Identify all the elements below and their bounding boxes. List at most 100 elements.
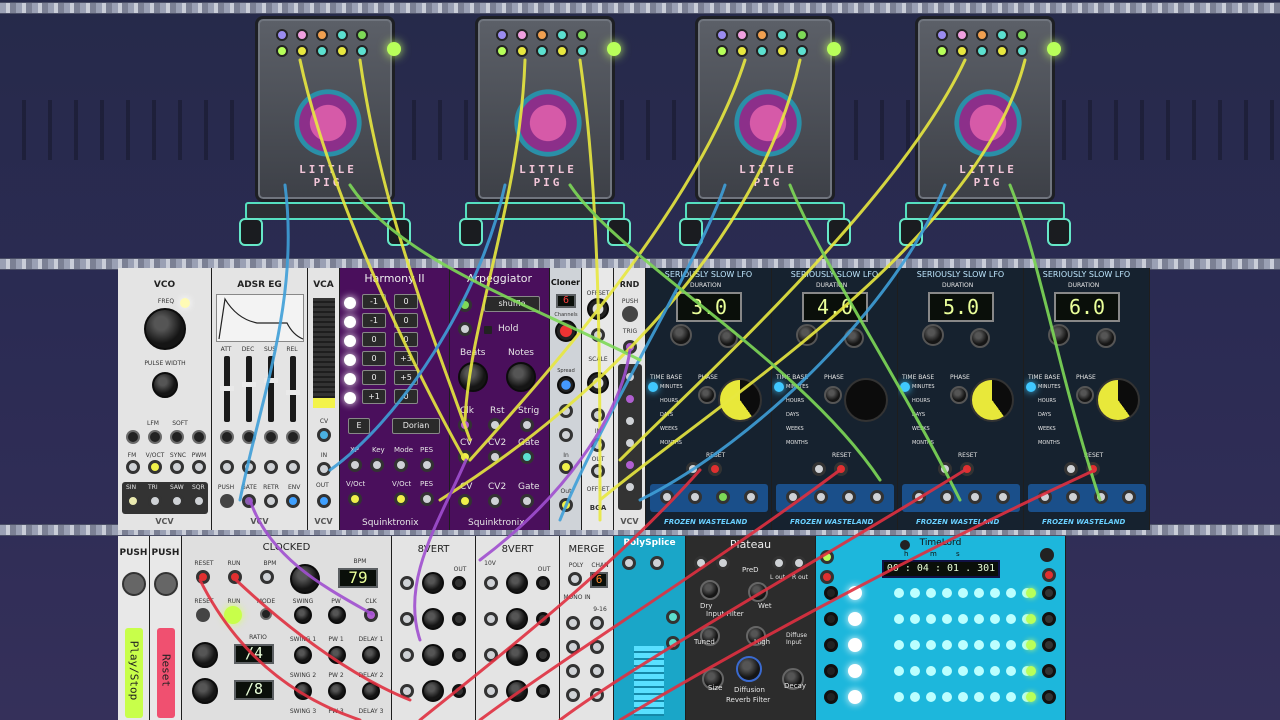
lfo-uni-jack[interactable]: [1064, 462, 1078, 476]
pig-jack[interactable]: [976, 29, 988, 41]
plateau-out-r-jack[interactable]: [792, 556, 806, 570]
pig-jack[interactable]: [756, 45, 768, 57]
clk-mode-switch[interactable]: [260, 608, 272, 620]
timelord-step[interactable]: [894, 614, 904, 624]
harmony-octave-select[interactable]: -1: [362, 294, 386, 309]
timelord-row-in-jack[interactable]: [824, 586, 838, 600]
timelord-step[interactable]: [974, 640, 984, 650]
time-base-option[interactable]: DAYS: [660, 412, 673, 418]
pw2-knob[interactable]: [328, 682, 346, 700]
retr-jack[interactable]: [264, 494, 278, 508]
push-button[interactable]: [220, 494, 234, 508]
lfo-sin-jack[interactable]: [912, 490, 926, 504]
lfo-reset-jack[interactable]: [1086, 462, 1100, 476]
pig-jack[interactable]: [496, 29, 508, 41]
time-base-option[interactable]: DAYS: [786, 412, 799, 418]
saw-jack[interactable]: [170, 494, 184, 508]
attack-slider[interactable]: [220, 356, 234, 422]
key-jack[interactable]: [370, 458, 384, 472]
8vert-out-jack[interactable]: [452, 612, 466, 626]
lfo-sqr-jack[interactable]: [1122, 490, 1136, 504]
att-cv-jack[interactable]: [220, 460, 234, 474]
8vert-gain-knob[interactable]: [506, 572, 528, 594]
cv-in-jack[interactable]: [458, 450, 472, 464]
polysplice-in-jack-1[interactable]: [622, 556, 636, 570]
plateau-in-l-jack[interactable]: [694, 556, 708, 570]
8vert-in-jack[interactable]: [400, 576, 414, 590]
pig-jack[interactable]: [336, 45, 348, 57]
timelord-step[interactable]: [942, 640, 952, 650]
lfo-reset-jack[interactable]: [708, 462, 722, 476]
timelord-step[interactable]: [1006, 588, 1016, 598]
lfo-tri-jack[interactable]: [940, 490, 954, 504]
pig-jack[interactable]: [276, 45, 288, 57]
plateau-dry-knob[interactable]: [700, 580, 720, 600]
8vert-gain-knob[interactable]: [422, 644, 444, 666]
timelord-step[interactable]: [942, 666, 952, 676]
timelord-step[interactable]: [926, 588, 936, 598]
timelord-row-out-jack[interactable]: [1042, 638, 1056, 652]
phase-knob[interactable]: [824, 386, 842, 404]
sus-cv-knob[interactable]: [264, 430, 278, 444]
timelord-step[interactable]: [1006, 692, 1016, 702]
timelord-step[interactable]: [990, 692, 1000, 702]
time-base-option[interactable]: WEEKS: [1038, 426, 1056, 432]
timelord-row-in-jack[interactable]: [824, 612, 838, 626]
pig-jack[interactable]: [556, 45, 568, 57]
pig-jack[interactable]: [736, 45, 748, 57]
dec-cv-knob[interactable]: [242, 430, 256, 444]
pig-jack[interactable]: [316, 29, 328, 41]
timelord-row-in-jack[interactable]: [824, 690, 838, 704]
timelord-step[interactable]: [990, 588, 1000, 598]
8vert-out-jack[interactable]: [536, 684, 550, 698]
time-base-option[interactable]: MINUTES: [660, 384, 683, 390]
soft-knob[interactable]: [170, 430, 184, 444]
pig-jack[interactable]: [516, 29, 528, 41]
vca-out-jack[interactable]: [317, 494, 331, 508]
timelord-step[interactable]: [974, 666, 984, 676]
clk-reset-button[interactable]: [196, 608, 210, 622]
rnd-out-jack[interactable]: [623, 392, 637, 406]
timelord-step[interactable]: [894, 692, 904, 702]
duration-fine-knob[interactable]: [970, 328, 990, 348]
plateau-wet-knob[interactable]: [748, 582, 768, 602]
scale-cv-jack[interactable]: [591, 408, 605, 422]
cloner-cv-jack[interactable]: [559, 404, 573, 418]
rnd-push-button[interactable]: [622, 306, 638, 322]
sin-jack[interactable]: [126, 494, 140, 508]
timelord-step[interactable]: [1006, 640, 1016, 650]
harmony-voct-out-jack[interactable]: [394, 492, 408, 506]
8vert-out-jack[interactable]: [536, 648, 550, 662]
beats-knob[interactable]: [458, 362, 488, 392]
time-base-option[interactable]: MINUTES: [912, 384, 935, 390]
timelord-out-jack[interactable]: [1042, 568, 1056, 582]
pig-jack[interactable]: [716, 29, 728, 41]
pig-jack[interactable]: [576, 45, 588, 57]
time-base-option[interactable]: MONTHS: [660, 440, 682, 446]
timelord-step[interactable]: [974, 614, 984, 624]
timelord-step[interactable]: [942, 692, 952, 702]
rnd-out-jack[interactable]: [623, 414, 637, 428]
8vert-in-jack[interactable]: [400, 648, 414, 662]
timelord-step[interactable]: [910, 614, 920, 624]
merge-in-jack[interactable]: [566, 664, 580, 678]
clk-swing-knob[interactable]: [294, 606, 312, 624]
pig-jack[interactable]: [776, 45, 788, 57]
timelord-step[interactable]: [910, 692, 920, 702]
offset-out-jack[interactable]: [591, 464, 605, 478]
rnd-out-jack[interactable]: [623, 370, 637, 384]
pig-jack[interactable]: [756, 29, 768, 41]
merge-in-jack[interactable]: [590, 640, 604, 654]
pig-jack[interactable]: [536, 29, 548, 41]
time-base-option[interactable]: DAYS: [912, 412, 925, 418]
sustain-slider[interactable]: [264, 356, 278, 422]
lfo-sin-jack[interactable]: [1038, 490, 1052, 504]
merge-in-jack[interactable]: [590, 688, 604, 702]
timelord-row-in-jack[interactable]: [824, 638, 838, 652]
timelord-step[interactable]: [974, 692, 984, 702]
plateau-in-r-jack[interactable]: [716, 556, 730, 570]
voct-jack[interactable]: [148, 460, 162, 474]
xp-jack[interactable]: [348, 458, 362, 472]
gate-in-jack[interactable]: [520, 450, 534, 464]
rnd-trig-jack[interactable]: [623, 340, 637, 354]
